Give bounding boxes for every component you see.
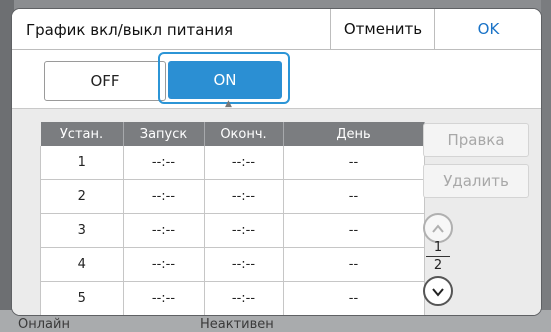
cell-end: --:-- xyxy=(204,213,284,248)
dialog-header: График вкл/выкл питания Отменить OK xyxy=(12,9,541,50)
column-header-set: Устан. xyxy=(40,122,124,146)
chevron-up-icon xyxy=(432,223,444,233)
schedule-table: Устан. Запуск Оконч. День 1 --:-- --:-- … xyxy=(40,122,425,315)
cell-set: 5 xyxy=(40,281,124,315)
background-status-middle: Неактивен xyxy=(200,317,274,332)
on-button[interactable]: ON xyxy=(168,61,282,99)
scroll-down-button[interactable] xyxy=(423,276,453,306)
cell-day: -- xyxy=(283,213,425,248)
background-status-left: Онлайн xyxy=(18,317,70,332)
cell-set: 2 xyxy=(40,179,124,214)
table-header-row: Устан. Запуск Оконч. День xyxy=(40,122,425,146)
page-current: 1 xyxy=(433,240,443,255)
cell-end: --:-- xyxy=(204,247,284,282)
cell-start: --:-- xyxy=(123,247,205,282)
power-schedule-dialog: График вкл/выкл питания Отменить OK OFF … xyxy=(12,9,541,315)
cell-start: --:-- xyxy=(123,281,205,315)
schedule-panel: Устан. Запуск Оконч. День 1 --:-- --:-- … xyxy=(12,108,541,315)
table-row[interactable]: 2 --:-- --:-- -- xyxy=(40,179,425,214)
cell-start: --:-- xyxy=(123,179,205,214)
cell-start: --:-- xyxy=(123,213,205,248)
cancel-button[interactable]: Отменить xyxy=(330,9,435,49)
dialog-title: График вкл/выкл питания xyxy=(26,21,233,39)
table-row[interactable]: 5 --:-- --:-- -- xyxy=(40,281,425,315)
cell-end: --:-- xyxy=(204,146,284,180)
cell-set: 4 xyxy=(40,247,124,282)
column-header-start: Запуск xyxy=(123,122,205,146)
cell-set: 1 xyxy=(40,146,124,180)
cell-end: --:-- xyxy=(204,281,284,315)
table-row[interactable]: 3 --:-- --:-- -- xyxy=(40,213,425,248)
cell-day: -- xyxy=(283,281,425,315)
page-total: 2 xyxy=(433,258,443,273)
background-right-strip xyxy=(541,0,551,332)
cell-day: -- xyxy=(283,179,425,214)
delete-button[interactable]: Удалить xyxy=(423,164,529,198)
column-header-day: День xyxy=(283,122,425,146)
page-divider xyxy=(426,256,450,257)
edit-button[interactable]: Правка xyxy=(423,123,529,157)
chevron-down-icon xyxy=(432,287,444,297)
scroll-up-button[interactable] xyxy=(423,213,453,243)
cell-start: --:-- xyxy=(123,146,205,180)
table-row[interactable]: 4 --:-- --:-- -- xyxy=(40,247,425,282)
on-off-toggle: OFF ON ▲ xyxy=(12,50,541,109)
off-button[interactable]: OFF xyxy=(44,61,166,101)
cell-end: --:-- xyxy=(204,179,284,214)
cell-day: -- xyxy=(283,146,425,180)
table-row[interactable]: 1 --:-- --:-- -- xyxy=(40,146,425,180)
column-header-end: Оконч. xyxy=(204,122,284,146)
cell-day: -- xyxy=(283,247,425,282)
cell-set: 3 xyxy=(40,213,124,248)
ok-button[interactable]: OK xyxy=(434,9,541,49)
